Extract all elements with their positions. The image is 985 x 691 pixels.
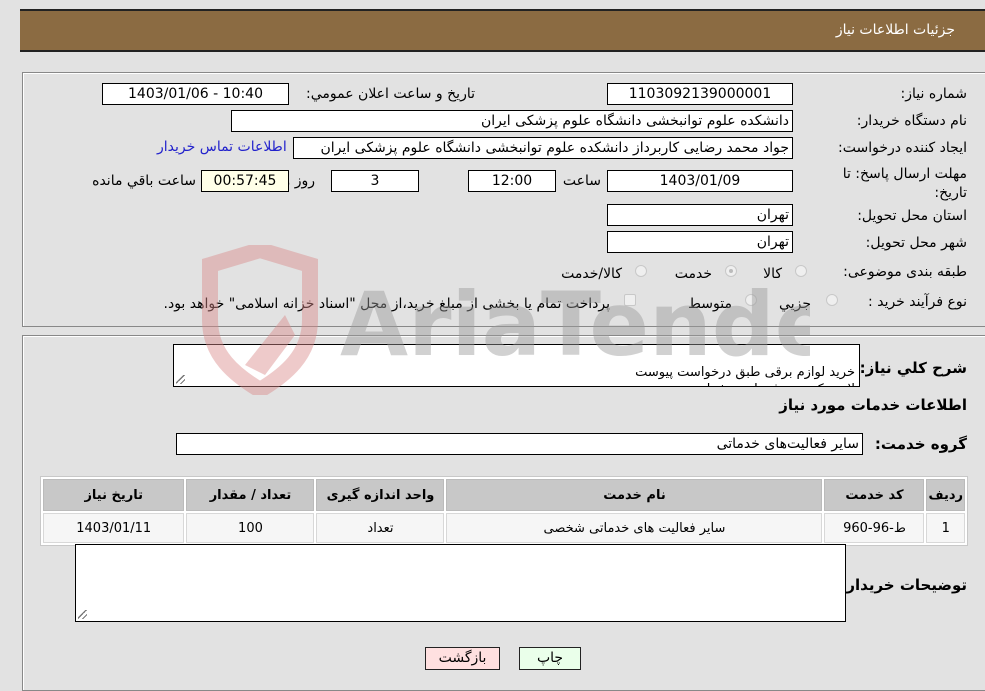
- table-header-row: ردیف کد خدمت نام خدمت واحد اندازه گیری ت…: [43, 479, 965, 511]
- resize-grip-icon[interactable]: [176, 375, 185, 384]
- services-table: ردیف کد خدمت نام خدمت واحد اندازه گیری ت…: [40, 476, 968, 546]
- treasury-checkbox[interactable]: [624, 294, 636, 306]
- page-title: جزئیات اطلاعات نیاز: [835, 22, 955, 38]
- print-button[interactable]: چاپ: [519, 647, 581, 670]
- col-unit: واحد اندازه گیری: [316, 479, 445, 511]
- col-row-number: ردیف: [926, 479, 965, 511]
- deadline-time-field[interactable]: 12:00: [468, 170, 556, 192]
- description-text: خرید لوازم برقی طبق درخواست پیوست لامپ ک…: [635, 365, 855, 386]
- page-header: جزئیات اطلاعات نیاز: [20, 9, 985, 52]
- back-button[interactable]: بازگشت: [425, 647, 500, 670]
- process-option-medium: متوسط: [688, 296, 732, 312]
- category-radio-service[interactable]: [725, 265, 737, 277]
- requester-label: ایجاد کننده درخواست:: [838, 140, 967, 156]
- cell-service-code: ط-96-960: [824, 513, 925, 543]
- service-group-field[interactable]: سایر فعالیت‌های خدماتی: [176, 433, 863, 455]
- category-option-goods-service: کالا/خدمت: [561, 266, 622, 282]
- process-option-minor: جزیي: [779, 296, 811, 312]
- remaining-time-field: 00:57:45: [201, 170, 289, 192]
- cell-service-name: سایر فعالیت های خدماتی شخصی: [446, 513, 823, 543]
- buyer-notes-label: توضیحات خریدار:: [840, 576, 967, 594]
- cell-quantity: 100: [186, 513, 315, 543]
- buyer-contact-link[interactable]: اطلاعات تماس خریدار: [157, 139, 287, 155]
- remaining-days-field[interactable]: 3: [331, 170, 419, 192]
- col-service-name: نام خدمت: [446, 479, 823, 511]
- services-heading: اطلاعات خدمات مورد نیاز: [779, 396, 967, 414]
- buyer-org-label: نام دستگاه خریدار:: [856, 113, 967, 129]
- treasury-note: پرداخت تمام یا بخشی از مبلغ خرید،از محل …: [163, 296, 610, 312]
- resize-grip-icon[interactable]: [78, 610, 87, 619]
- province-field[interactable]: تهران: [607, 204, 793, 226]
- description-label: شرح کلي نیاز:: [859, 359, 967, 377]
- category-label: طبقه بندی موضوعی:: [843, 264, 967, 280]
- process-radio-minor[interactable]: [826, 294, 838, 306]
- col-service-code: کد خدمت: [824, 479, 925, 511]
- city-label: شهر محل تحویل:: [865, 235, 967, 251]
- need-number-label: شماره نیاز:: [900, 86, 968, 102]
- cell-row-number: 1: [926, 513, 965, 543]
- category-option-goods: کالا: [763, 266, 782, 282]
- province-label: استان محل تحویل:: [857, 208, 967, 224]
- requester-field[interactable]: جواد محمد رضایی کاربرداز دانشکده علوم تو…: [293, 137, 793, 159]
- announce-datetime-label: تاریخ و ساعت اعلان عمومي:: [306, 86, 475, 102]
- city-field[interactable]: تهران: [607, 231, 793, 253]
- category-radio-goods[interactable]: [795, 265, 807, 277]
- col-quantity: تعداد / مقدار: [186, 479, 315, 511]
- process-type-label: نوع فرآیند خرید :: [868, 294, 967, 310]
- cell-need-date: 1403/01/11: [43, 513, 185, 543]
- description-textarea[interactable]: خرید لوازم برقی طبق درخواست پیوست لامپ ک…: [173, 344, 860, 387]
- deadline-date-field[interactable]: 1403/01/09: [607, 170, 793, 192]
- process-radio-medium[interactable]: [745, 294, 757, 306]
- remaining-time-label: ساعت باقي مانده: [92, 173, 196, 189]
- cell-unit: تعداد: [316, 513, 445, 543]
- buyer-org-field[interactable]: دانشکده علوم توانبخشی دانشگاه علوم پزشکی…: [231, 110, 793, 132]
- deadline-label: مهلت ارسال پاسخ: تا تاریخ:: [842, 166, 967, 201]
- service-group-label: گروه خدمت:: [874, 435, 967, 453]
- deadline-time-label: ساعت: [562, 173, 601, 189]
- col-need-date: تاریخ نیاز: [43, 479, 185, 511]
- need-number-field[interactable]: 1103092139000001: [607, 83, 793, 105]
- buyer-notes-textarea[interactable]: [75, 544, 846, 622]
- category-option-service: خدمت: [674, 266, 712, 282]
- announce-datetime-field[interactable]: 1403/01/06 - 10:40: [102, 83, 289, 105]
- table-row: 1 ط-96-960 سایر فعالیت های خدماتی شخصی ت…: [43, 513, 965, 543]
- category-radio-goods-service[interactable]: [635, 265, 647, 277]
